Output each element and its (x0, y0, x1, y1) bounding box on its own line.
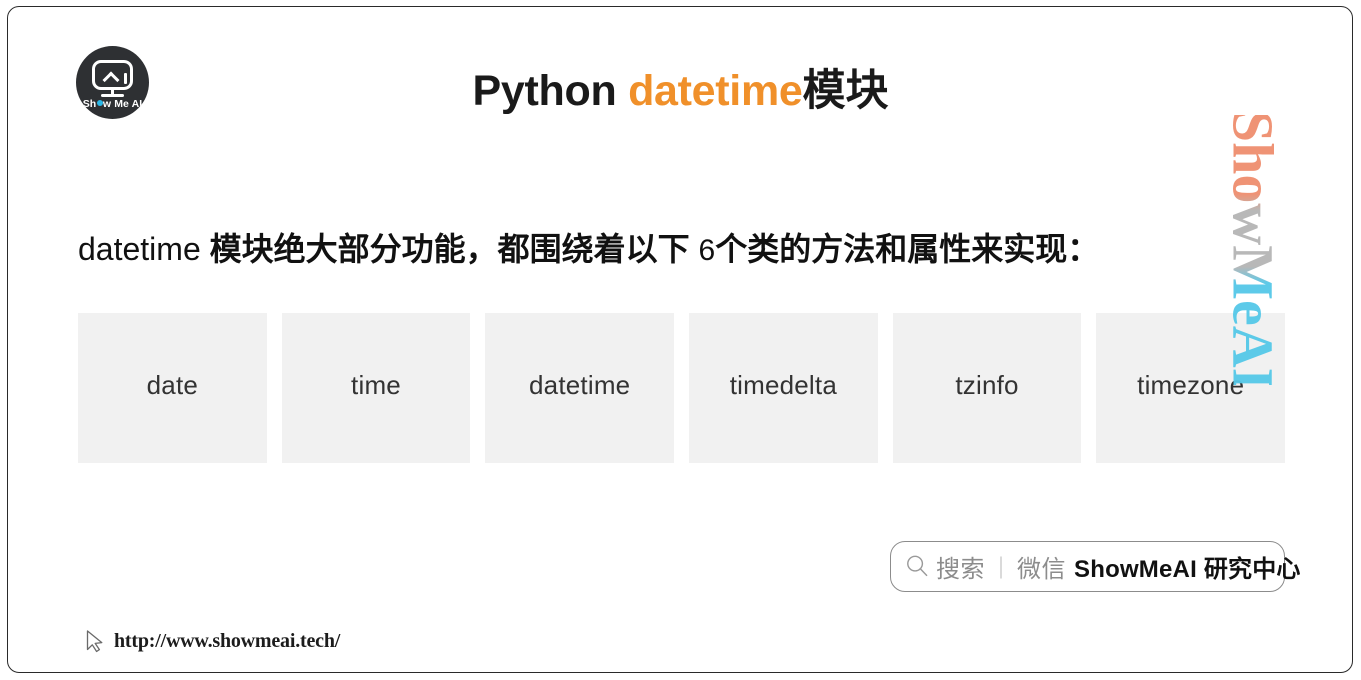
lead-module-word: datetime (78, 231, 201, 267)
lead-part-1: 模块绝大部分功能，都围绕着以下 (200, 231, 699, 267)
lead-class-count: 6 (698, 234, 716, 267)
title-prefix: Python (472, 67, 629, 115)
class-box-time[interactable]: time (281, 313, 471, 463)
class-box-tzinfo[interactable]: tzinfo (892, 313, 1082, 463)
badge-search-label: 搜索 (936, 556, 985, 583)
cursor-pointer-icon (86, 630, 103, 653)
class-box-label: time (351, 369, 401, 400)
footer: http://www.showmeai.tech/ (80, 626, 340, 656)
title-accent: datetime (628, 67, 803, 115)
title-suffix: 模块 (802, 67, 889, 115)
class-box-label: timedelta (729, 369, 837, 400)
slide-canvas: Sh w Me AI Python datetime模块 datetime 模块绝… (0, 0, 1361, 680)
badge-separator: ｜ (990, 555, 1013, 581)
class-box-label: date (146, 369, 199, 400)
page-title: Python datetime模块 (0, 56, 1361, 118)
footer-url: http://www.showmeai.tech/ (114, 629, 341, 652)
class-box-timezone[interactable]: timezone (1096, 313, 1286, 463)
class-box-row: date time datetime timedelta tzinfo time… (78, 313, 1286, 463)
class-box-datetime[interactable]: datetime (485, 313, 675, 463)
lead-sentence: datetime 模块绝大部分功能，都围绕着以下 6个类的方法和属性来实现： (78, 230, 1099, 269)
search-icon (907, 555, 928, 577)
badge-account-label: ShowMeAI 研究中心 (1074, 556, 1301, 583)
class-box-label: tzinfo (955, 369, 1019, 400)
wechat-search-badge[interactable]: 搜索 ｜ 微信 ShowMeAI 研究中心 (890, 541, 1300, 592)
badge-channel-label: 微信 (1017, 556, 1067, 583)
class-box-timedelta[interactable]: timedelta (689, 313, 878, 463)
class-box-label: datetime (529, 369, 631, 400)
class-box-date[interactable]: date (78, 313, 267, 463)
class-box-label: timezone (1137, 369, 1245, 400)
lead-part-2: 个类的方法和属性来实现： (715, 231, 1100, 267)
